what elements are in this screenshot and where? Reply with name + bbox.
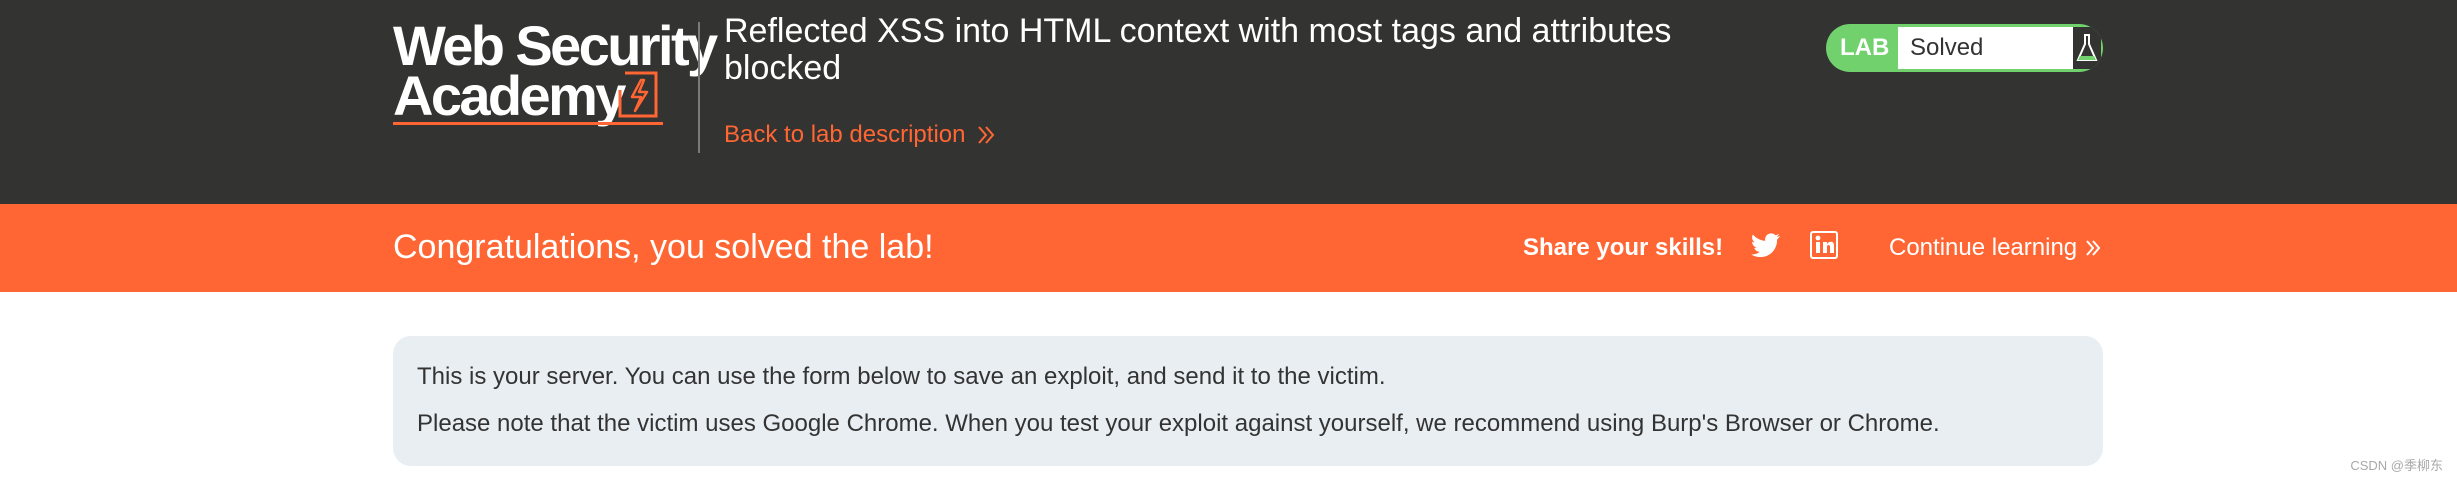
lab-status-box: Solved [1898, 27, 2073, 69]
linkedin-icon[interactable] [1810, 231, 1838, 259]
continue-learning-label: Continue learning [1889, 234, 2078, 261]
lab-status-widget: LAB Solved [1826, 24, 2103, 72]
flask-icon-container [2073, 27, 2101, 69]
lab-status-value: Solved [1910, 34, 1984, 61]
continue-learning-link[interactable]: Continue learning [1889, 232, 2101, 264]
double-chevron-right-icon [2086, 240, 2101, 256]
share-skills-label: Share your skills! [1523, 234, 1724, 261]
top-header: Web Security Academy Reflected XSS into … [0, 0, 2457, 204]
web-security-academy-logo[interactable]: Web Security Academy [393, 18, 718, 130]
server-info-panel: This is your server. You can use the for… [393, 336, 2103, 466]
server-info-text-2: Please note that the victim uses Google … [417, 410, 1940, 437]
server-info-text-1: This is your server. You can use the for… [417, 363, 1386, 390]
logo-underline [393, 122, 663, 125]
congratulations-message: Congratulations, you solved the lab! [393, 228, 934, 266]
back-to-lab-description-link[interactable]: Back to lab description [724, 121, 995, 149]
flask-icon [2073, 27, 2101, 69]
lab-title: Reflected XSS into HTML context with mos… [724, 12, 1672, 87]
twitter-icon[interactable] [1751, 233, 1781, 259]
congratulations-banner: Congratulations, you solved the lab! Sha… [0, 204, 2457, 292]
logo-text-line2: Academy [393, 64, 626, 127]
watermark: CSDN @季柳东 [2350, 458, 2443, 473]
header-divider [698, 22, 700, 153]
back-link-label: Back to lab description [724, 121, 966, 148]
lab-status-tag: LAB [1840, 34, 1890, 61]
double-chevron-right-icon [978, 126, 995, 144]
zap-badge-icon [618, 71, 658, 118]
